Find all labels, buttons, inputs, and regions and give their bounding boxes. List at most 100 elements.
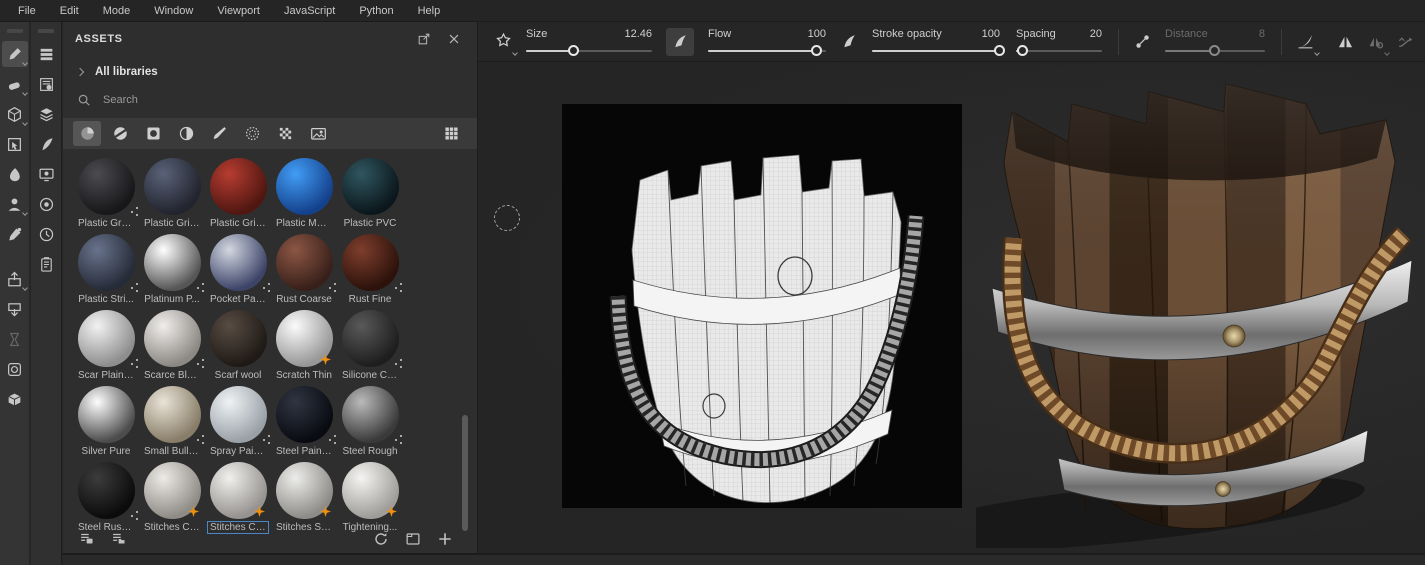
viewport-3d[interactable] [478,62,1425,553]
asset-item[interactable]: Scarce Blo... [139,307,205,383]
tool-display-settings[interactable] [33,161,59,187]
status-bar [63,553,1425,565]
brush-stamp-icon[interactable] [488,27,518,57]
shelf-list-icon[interactable] [75,528,99,550]
tool-hourglass[interactable] [2,326,28,352]
asset-item[interactable]: Small Bulle... [139,383,205,459]
undock-panel-icon[interactable] [413,28,435,50]
menu-item-mode[interactable]: Mode [91,0,143,22]
asset-label: Scar Plain ... [78,370,135,381]
tool-properties[interactable] [33,251,59,277]
tool-history[interactable] [33,221,59,247]
asset-item[interactable]: Steel Painted [271,383,337,459]
asset-item[interactable]: Scar Plain ... [73,307,139,383]
asset-label: Plastic Stri... [78,294,134,305]
asset-item[interactable]: Stitches Str... [271,459,337,535]
menu-item-file[interactable]: File [6,0,48,22]
filter-smart-masks[interactable] [139,121,167,146]
tool-texture-set-list[interactable] [33,41,59,67]
library-selector-label: All libraries [95,66,158,78]
filter-smart-materials[interactable] [106,121,134,146]
mirror-symmetry-icon[interactable] [1330,27,1360,57]
tool-export[interactable] [2,266,28,292]
asset-item[interactable]: Plastic Mat... [271,155,337,231]
menu-item-edit[interactable]: Edit [48,0,91,22]
asset-item[interactable]: Platinum P... [139,231,205,307]
filter-textures[interactable] [271,121,299,146]
asset-item[interactable]: Plastic Grai... [73,155,139,231]
viewport-2d[interactable] [562,104,962,508]
tool-smudge[interactable] [2,161,28,187]
grid-view-icon[interactable] [437,121,465,146]
material-sphere [275,386,333,443]
asset-item[interactable]: Silver Pure [73,383,139,459]
filter-environments[interactable] [304,121,332,146]
flow-slider[interactable] [708,44,826,56]
asset-item[interactable]: Plastic Grid... [205,155,271,231]
asset-item[interactable]: Rust Coarse [271,231,337,307]
assets-scrollbar[interactable] [462,415,468,531]
tool-paint-brush[interactable] [1,41,28,67]
library-selector[interactable]: All libraries [63,58,477,86]
tool-eraser[interactable] [2,71,28,97]
asset-badge-icon [130,362,133,365]
material-sphere [77,462,135,519]
filter-materials[interactable] [73,121,101,146]
asset-item[interactable]: Plastic PVC [337,155,403,231]
search-input[interactable] [101,93,463,107]
menu-item-javascript[interactable]: JavaScript [272,0,347,22]
radial-symmetry-icon[interactable] [1360,27,1390,57]
menu-item-viewport[interactable]: Viewport [205,0,272,22]
tool-import-asset[interactable] [2,296,28,322]
material-sphere [77,234,135,291]
asset-item[interactable]: Stitches Cr... [205,459,271,535]
tool-effects[interactable] [33,131,59,157]
asset-item[interactable]: Plastic Grid... [139,155,205,231]
size-slider[interactable] [526,44,652,56]
assets-footer [63,525,477,553]
tool-texture-set-settings[interactable] [33,71,59,97]
tool-clone[interactable] [2,191,28,217]
pen-pressure-size-icon[interactable] [666,27,694,56]
asset-item[interactable]: Rust Fine [337,231,403,307]
asset-item[interactable]: Spray Pain... [205,383,271,459]
spacing-value: 20 [1089,27,1102,40]
menu-item-window[interactable]: Window [142,0,205,22]
tool-material-picker[interactable] [2,221,28,247]
close-panel-icon[interactable] [443,28,465,50]
lazy-mouse-path-icon[interactable] [1390,27,1420,57]
filter-brushes[interactable] [205,121,233,146]
tool-polygon-fill[interactable] [2,131,28,157]
asset-item[interactable]: Stitches Co... [139,459,205,535]
stroke-opacity-slider[interactable] [872,44,1005,56]
distance-slider[interactable] [1165,44,1265,56]
asset-item[interactable]: Steel Rough [337,383,403,459]
tool-layers[interactable] [33,101,59,127]
asset-item[interactable]: Tightening... [337,459,403,535]
brush-toolbar: Size 12.46 Flow 100 Stroke opacity 100 Spac… [478,22,1425,62]
add-asset-icon[interactable] [433,528,457,550]
refresh-icon[interactable] [369,528,393,550]
asset-item[interactable]: Plastic Stri... [73,231,139,307]
filter-filters[interactable] [172,121,200,146]
filter-alphas[interactable] [238,121,266,146]
menu-item-python[interactable]: Python [347,0,405,22]
shelf-folders-icon[interactable] [107,528,131,550]
tool-shader-settings[interactable] [33,191,59,217]
menu-item-help[interactable]: Help [406,0,453,22]
asset-item[interactable]: Scarf wool [205,307,271,383]
asset-item[interactable]: Steel Rust ... [73,459,139,535]
asset-label: Pocket Pat... [210,294,267,305]
asset-item[interactable]: Pocket Pat... [205,231,271,307]
asset-item[interactable]: Scratch Thin [271,307,337,383]
asset-label: Plastic Grid... [144,218,203,229]
falloff-curve-icon[interactable] [1290,27,1320,57]
lazy-mouse-icon[interactable] [1127,27,1157,57]
tool-bake[interactable] [2,356,28,382]
tool-package[interactable] [2,386,28,412]
asset-item[interactable]: Silicone Coat [337,307,403,383]
spacing-slider[interactable] [1016,44,1102,56]
new-shelf-icon[interactable] [401,528,425,550]
pen-pressure-flow-icon[interactable] [834,27,864,57]
tool-projection[interactable] [2,101,28,127]
